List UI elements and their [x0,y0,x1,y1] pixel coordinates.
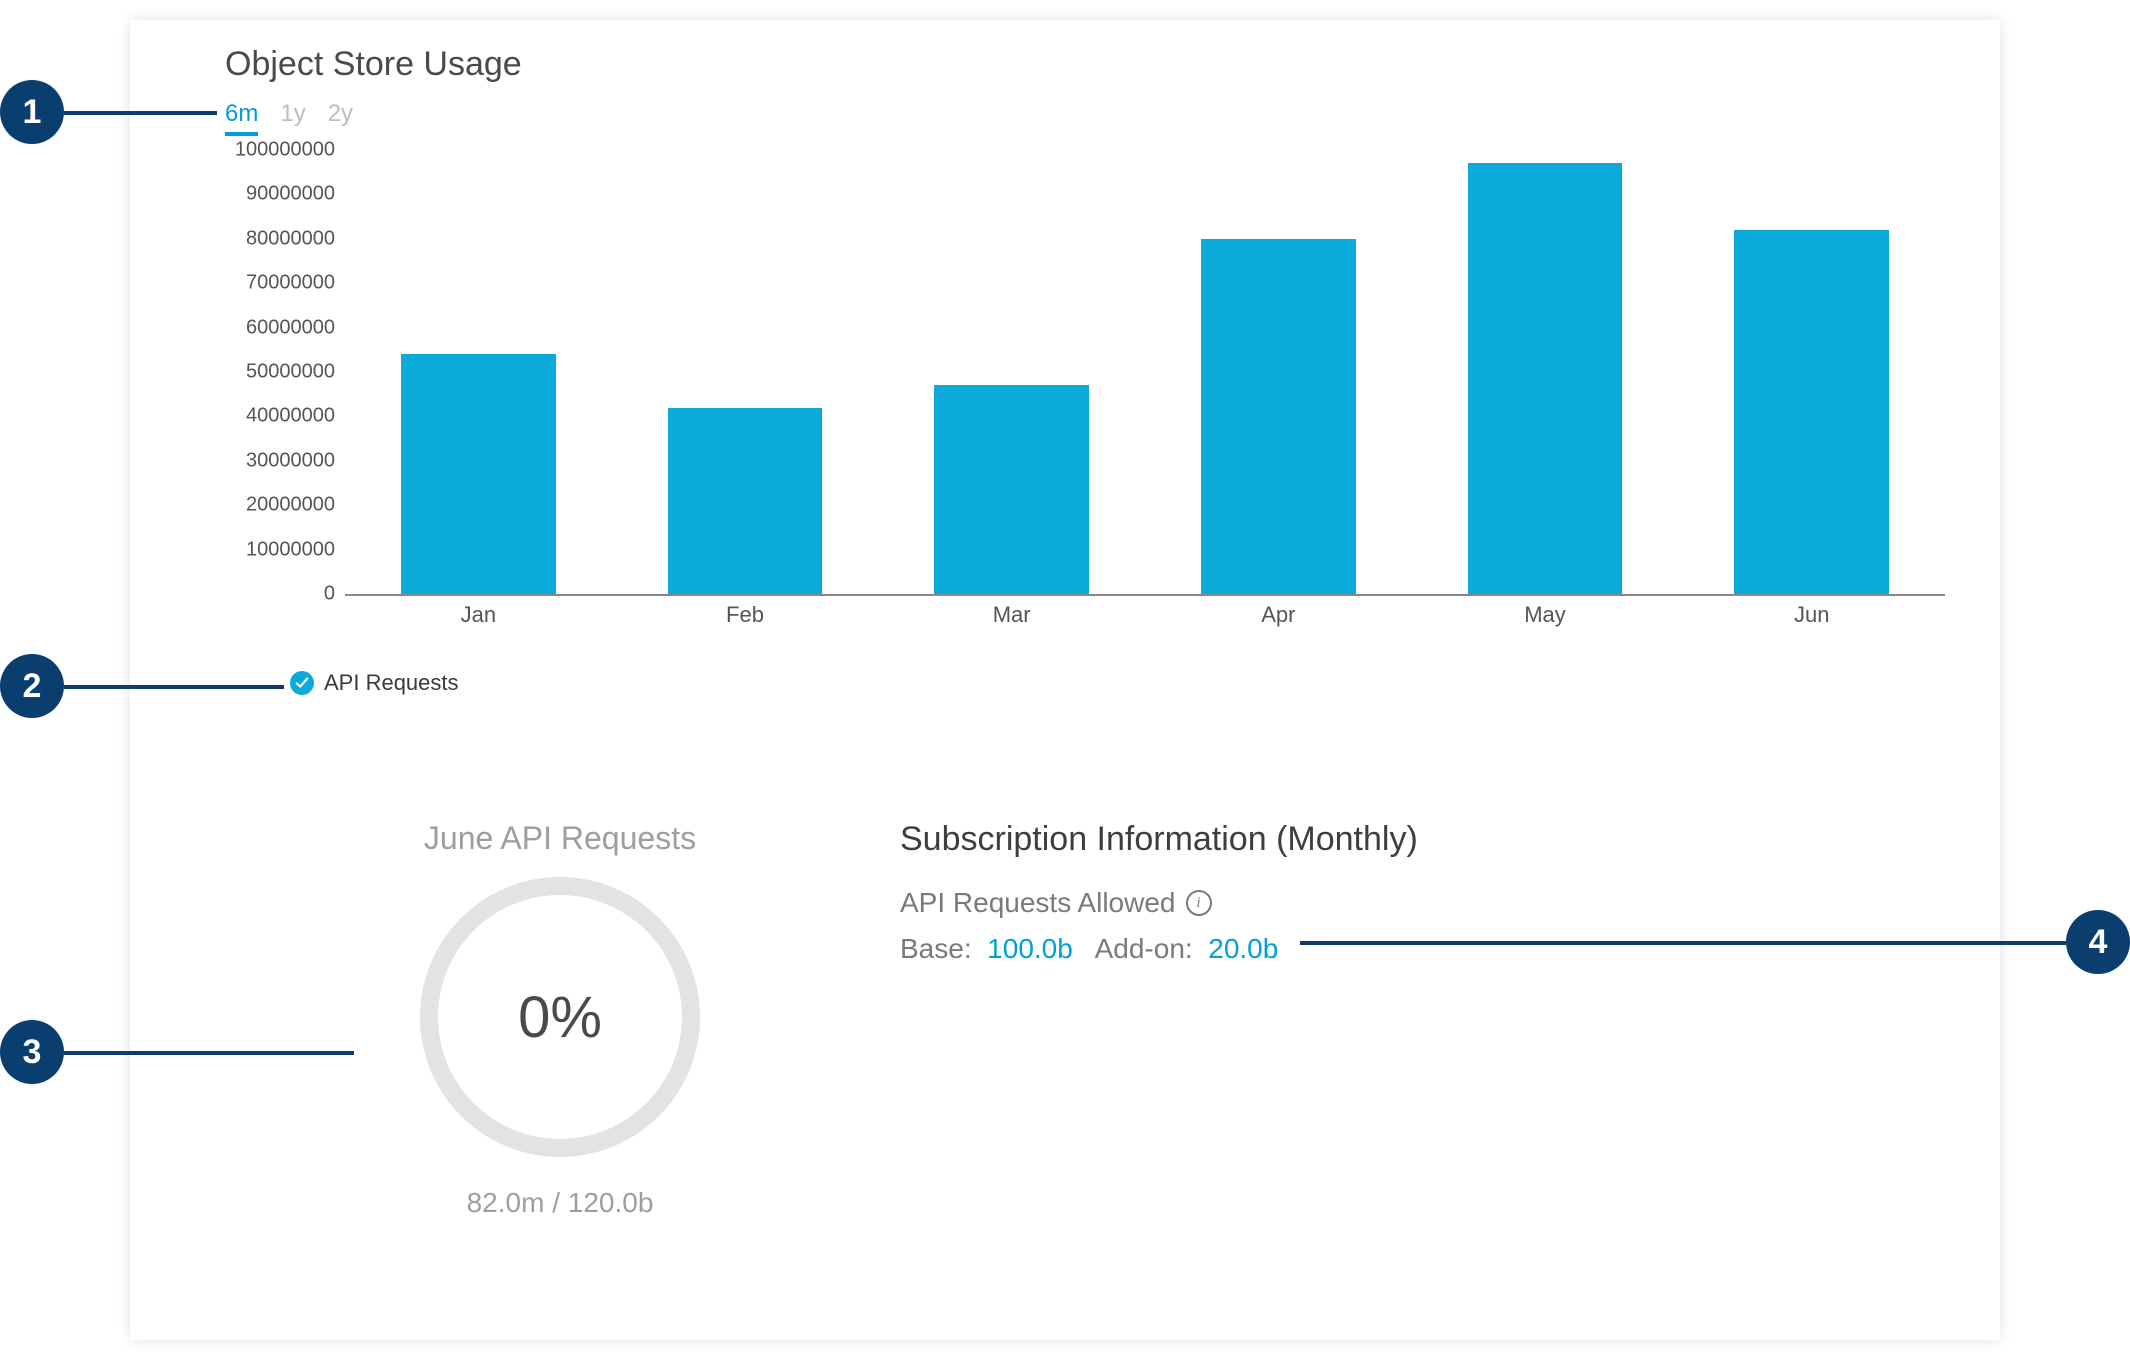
legend-label: API Requests [324,670,459,696]
chart-x-tick-label: Feb [612,596,879,630]
base-label: Base: [900,933,972,964]
chart-y-tick-label: 30000000 [246,449,335,472]
callout-number: 2 [23,667,42,706]
callout-line-2 [64,685,284,689]
gauge-ring: 0% [420,877,700,1157]
callout-number: 4 [2089,923,2108,962]
chart-y-tick-label: 100000000 [235,139,335,162]
monthly-gauge-section: June API Requests 0% 82.0m / 120.0b [360,820,760,1219]
subscription-values-row: Base: 100.0b Add-on: 20.0b [900,933,1800,965]
callout-badge-1: 1 [0,80,64,144]
chart-bar[interactable] [668,408,823,594]
chart-bar-slot [612,150,879,594]
callout-number: 3 [23,1033,42,1072]
chart-y-tick-label: 40000000 [246,405,335,428]
check-circle-icon [290,671,314,695]
chart-bar[interactable] [1468,163,1623,594]
gauge-title: June API Requests [360,820,760,857]
callout-line-1 [64,111,217,115]
chart-x-tick-label: Apr [1145,596,1412,630]
chart-bar-slot [1678,150,1945,594]
api-allowed-row: API Requests Allowed i [900,887,1800,919]
chart-bar-slot [345,150,612,594]
chart-x-tick-label: Mar [878,596,1145,630]
addon-label: Add-on: [1095,933,1193,964]
chart-bar[interactable] [401,354,556,594]
chart-bar-slot [878,150,1145,594]
subscription-title: Subscription Information (Monthly) [900,820,1800,859]
callout-badge-4: 4 [2066,910,2130,974]
chart-x-axis: JanFebMarAprMayJun [345,596,1945,630]
chart-x-tick-label: Jan [345,596,612,630]
chart-x-tick-label: Jun [1678,596,1945,630]
time-range-tab-6m[interactable]: 6m [225,100,258,136]
chart-bar[interactable] [1734,230,1889,594]
chart-y-tick-label: 50000000 [246,361,335,384]
usage-card: Object Store Usage 6m 1y 2y 0 10000000 20000… [130,20,2000,1340]
chart-y-tick-label: 60000000 [246,316,335,339]
callout-line-4 [1300,941,2066,945]
callout-badge-2: 2 [0,654,64,718]
time-range-tab-1y[interactable]: 1y [280,100,305,136]
time-range-tab-2y[interactable]: 2y [328,100,353,136]
card-title: Object Store Usage [225,45,522,84]
chart-y-tick-label: 80000000 [246,227,335,250]
info-icon[interactable]: i [1186,890,1212,916]
chart-y-tick-label: 20000000 [246,494,335,517]
chart-y-tick-label: 0 [324,583,335,606]
addon-value: 20.0b [1208,933,1278,964]
chart-plot-area: 0100000002000000030000000400000005000000… [345,150,1945,596]
chart-y-tick-label: 90000000 [246,183,335,206]
chart-legend-item[interactable]: API Requests [290,670,459,696]
chart-bar[interactable] [934,385,1089,594]
gauge-subtext: 82.0m / 120.0b [360,1187,760,1219]
chart-bar[interactable] [1201,239,1356,594]
chart-bar-slot [1145,150,1412,594]
time-range-tabs: 6m 1y 2y [225,100,353,136]
callout-badge-3: 3 [0,1020,64,1084]
base-value: 100.0b [987,933,1073,964]
chart-y-tick-label: 10000000 [246,538,335,561]
chart-x-tick-label: May [1412,596,1679,630]
callout-number: 1 [23,93,42,132]
callout-line-3 [64,1051,354,1055]
api-allowed-label: API Requests Allowed [900,887,1176,919]
usage-bar-chart: 0 10000000 20000000 30000000 40000000 5000000… [225,150,1945,630]
chart-y-tick-label: 70000000 [246,272,335,295]
gauge-percent: 0% [518,984,602,1051]
chart-bar-slot [1412,150,1679,594]
